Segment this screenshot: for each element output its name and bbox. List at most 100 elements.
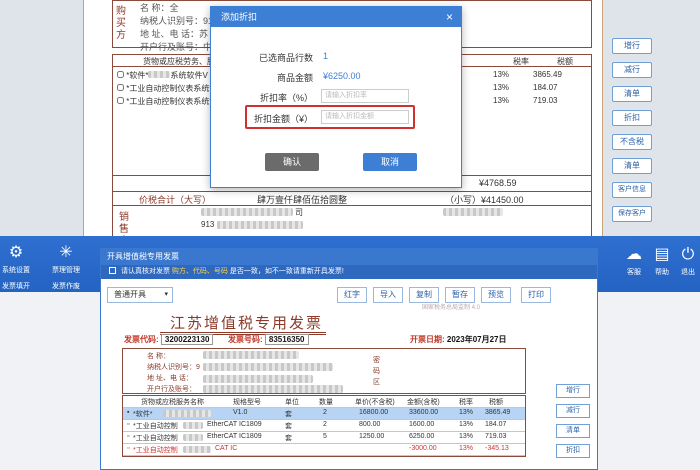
issue-date: 开票日期: 2023年07月27日: [410, 334, 507, 345]
discount-button[interactable]: 折扣: [556, 444, 590, 458]
add-row-button[interactable]: 增行: [556, 384, 590, 398]
item-name: *工业自动控制: [133, 435, 178, 442]
print-button[interactable]: 打印: [521, 287, 551, 303]
buyer-heading: 购买方: [116, 6, 126, 41]
notice-checkbox[interactable]: [109, 267, 116, 274]
redacted-area: [201, 208, 293, 216]
exit-button[interactable]: ⏻ 退出: [668, 246, 700, 277]
tax-exclusive-button[interactable]: 不含税: [612, 134, 652, 150]
discount-rate-input[interactable]: 请输入折扣率: [321, 89, 409, 103]
redacted-area: [148, 71, 171, 78]
selected-rows-value: 1: [323, 51, 329, 61]
item-tax: 184.07: [485, 421, 507, 428]
list-button[interactable]: 清单: [612, 86, 652, 102]
close-icon[interactable]: ×: [446, 10, 453, 24]
redacted-area: [203, 385, 343, 393]
item-spec: EtherCAT IC1809: [207, 433, 262, 440]
row-checkbox[interactable]: [117, 71, 124, 78]
customer-info-button[interactable]: 客户信息: [612, 182, 652, 198]
redacted-area: [217, 221, 303, 229]
col-tax: 税额: [489, 399, 503, 406]
redacted-area: [163, 410, 211, 417]
redacted-area: [183, 446, 211, 453]
window-toolbar: 普通开具 ▾ 红字 导入 复制 暂存 预览 打印: [101, 283, 597, 307]
invoice-code-label: 发票代码:: [124, 335, 159, 344]
item-spec: EtherCAT IC1809: [207, 421, 262, 428]
table-row[interactable]: ▪ *软件* V1.0 套 2 16800.00 33600.00 13% 38…: [123, 408, 525, 420]
preview-button[interactable]: 预览: [481, 287, 511, 303]
item-rate: 13%: [459, 445, 474, 452]
rate-label: 折扣率（%）: [259, 93, 313, 103]
row-checkbox[interactable]: [117, 97, 124, 104]
redacted-area: [183, 422, 203, 429]
table-row[interactable]: ▫ *工业自动控制 EtherCAT IC1809 套 5 1250.00 62…: [123, 432, 525, 444]
password-area-label: 密码区: [373, 357, 380, 386]
item-qty: 5: [323, 433, 327, 440]
item-name: *工业自动控制: [133, 423, 178, 430]
item-name: *工业自动控制: [133, 447, 178, 454]
red-invoice-button[interactable]: 红字: [337, 287, 367, 303]
buyer-fields: 名 称： 纳税人识别号：9 地 址、电 话： 开户行及账号：: [147, 351, 200, 395]
list-button[interactable]: 清单: [556, 424, 590, 438]
buyer-address-label: 地 址、电 话：: [147, 375, 193, 382]
import-button[interactable]: 导入: [373, 287, 403, 303]
discount-row[interactable]: ▫ *工业自动控制 CAT IC -3000.00 13% -345.13: [123, 444, 525, 456]
power-icon: ⏻: [681, 246, 695, 263]
table-row[interactable]: *软件* 系统软件V: [117, 70, 208, 81]
item-qty: 2: [323, 421, 327, 428]
seller-heading: 销售方: [119, 212, 129, 235]
window-title: 开具增值税专用发票: [101, 249, 597, 265]
copy-button[interactable]: 复制: [409, 287, 439, 303]
item-amount: -3000.00: [409, 445, 437, 452]
nav-invoice-issue[interactable]: 发票填开: [2, 281, 30, 291]
issue-date-value: 2023年07月27日: [446, 335, 507, 344]
item-tax: 719.03: [485, 433, 507, 440]
item-tax: 3865.49: [485, 409, 511, 416]
table-row[interactable]: *工业自动控制仪表系统*E: [117, 96, 218, 107]
buyer-taxid-label: 纳税人识别号：9: [147, 364, 200, 371]
remove-row-button[interactable]: 减行: [612, 62, 652, 78]
invoice-subtitle: 国家税务总局监制 4.0: [422, 305, 481, 311]
network-icon: ✳: [59, 244, 73, 261]
row-checkbox[interactable]: ▫: [127, 445, 129, 452]
notice-text-pre: 请认真核对发票: [120, 268, 170, 275]
add-row-button[interactable]: 增行: [612, 38, 652, 54]
table-row[interactable]: *工业自动控制仪表系统*E: [117, 83, 218, 94]
item-rate: 13%: [459, 409, 474, 416]
row-checkbox[interactable]: ▫: [127, 433, 129, 440]
col-unit: 单位: [285, 399, 299, 406]
discount-button[interactable]: 折扣: [612, 110, 652, 126]
seller-section: 销售方 司 913: [112, 206, 592, 236]
dialog-title: 添加折扣: [211, 7, 461, 27]
invoice-code-value[interactable]: 3200223130: [160, 334, 214, 345]
item-amount: 1600.00: [409, 421, 435, 428]
buyer-info: 名 称：全 纳税人识别号：91 地 址、电 话：苏 开户行及账号：中: [140, 2, 213, 54]
remove-row-button[interactable]: 减行: [556, 404, 590, 418]
ticket-management-button[interactable]: ✳ 票理管理: [46, 244, 86, 275]
invoice-number-value[interactable]: 83516350: [264, 334, 309, 345]
buyer-box: 名 称： 纳税人识别号：9 地 址、电 话： 开户行及账号： 密码区: [122, 348, 526, 394]
row-checkbox[interactable]: [117, 84, 124, 91]
table-row[interactable]: ▫ *工业自动控制 EtherCAT IC1809 套 2 800.00 160…: [123, 420, 525, 432]
list-button-2[interactable]: 清单: [612, 158, 652, 174]
customer-service-label: 客服: [627, 269, 641, 276]
row-checkbox[interactable]: ▫: [127, 421, 129, 428]
discount-amount-input[interactable]: 请输入折扣金额: [321, 110, 409, 124]
sum-tax: ¥4768.59: [479, 178, 517, 188]
save-customer-button[interactable]: 保存客户: [612, 206, 652, 222]
buyer-address-line: 地 址、电 话：苏: [140, 29, 209, 39]
system-settings-button[interactable]: ⚙ 系统设置: [0, 244, 36, 275]
cancel-button[interactable]: 取消: [363, 153, 417, 171]
row-checkbox[interactable]: ▪: [127, 409, 129, 416]
item-amount: 33600.00: [409, 409, 439, 416]
notice-text-highlight: 购方、代码、号码: [171, 268, 228, 275]
save-draft-button[interactable]: 暂存: [445, 287, 475, 303]
total-small: （小写）¥41450.00: [445, 195, 524, 205]
total-row: 价税合计（大写） 肆万壹仟肆佰伍拾圆整 （小写）¥41450.00: [112, 192, 592, 206]
nav-invoice-void[interactable]: 发票作废: [52, 281, 80, 291]
redacted-area: [203, 351, 299, 359]
confirm-button[interactable]: 确认: [265, 153, 319, 171]
invoice-application: ⚙ 系统设置 ✳ 票理管理 发票填开 发票作废 ☁ 客服 ▤ 帮助 ⏻ 退出 开…: [0, 236, 700, 470]
issue-mode-select[interactable]: 普通开具 ▾: [107, 287, 173, 303]
notice-text-post: 是否一致，如不一致请重新开具发票!: [229, 268, 344, 275]
